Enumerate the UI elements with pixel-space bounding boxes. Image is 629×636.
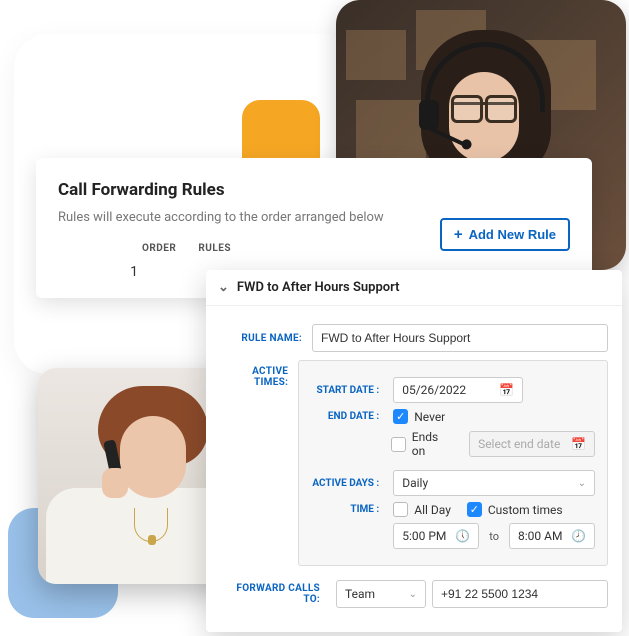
active-days-value: Daily — [402, 476, 428, 490]
add-rule-label: Add New Rule — [469, 227, 556, 242]
chevron-down-icon: ⌄ — [218, 280, 229, 295]
ends-on-label: Ends on — [412, 430, 453, 458]
never-label: Never — [414, 410, 445, 424]
time-to-field[interactable]: 8:00 AM 🕗 — [509, 523, 595, 549]
custom-times-checkbox[interactable]: ✓ — [467, 502, 482, 517]
forward-target-value: Team — [345, 587, 375, 601]
label-end-date: END DATE : — [311, 411, 387, 422]
col-order: ORDER — [142, 243, 176, 254]
ends-on-checkbox[interactable] — [391, 437, 406, 452]
time-to-word: to — [485, 530, 503, 543]
forward-target-select[interactable]: Team ⌄ — [336, 580, 426, 608]
col-rules: RULES — [198, 243, 231, 254]
all-day-label: All Day — [414, 503, 451, 517]
start-date-field[interactable]: 05/26/2022 📅 — [393, 377, 523, 403]
end-date-field[interactable]: Select end date 📅 — [469, 431, 595, 457]
detail-header-title: FWD to After Hours Support — [237, 280, 400, 295]
label-active-days: ACTIVE DAYS : — [311, 478, 387, 489]
forward-number-input[interactable] — [432, 580, 608, 608]
label-time: TIME : — [311, 504, 387, 515]
active-days-select[interactable]: Daily ⌄ — [393, 470, 595, 496]
chevron-down-icon: ⌄ — [578, 478, 586, 489]
label-active-times: ACTIVE TIMES: — [220, 360, 298, 388]
clock-icon: 🕗 — [571, 529, 586, 543]
rule-detail-panel: ⌄ FWD to After Hours Support RULE NAME: … — [206, 270, 622, 632]
rule-name-input[interactable] — [312, 324, 608, 352]
plus-icon: + — [454, 227, 463, 242]
calendar-icon: 📅 — [571, 437, 586, 451]
time-to-value: 8:00 AM — [518, 529, 562, 543]
label-start-date: START DATE : — [311, 385, 387, 396]
label-forward-to: FORWARD CALLS TO: — [220, 583, 330, 605]
rules-title: Call Forwarding Rules — [58, 180, 570, 200]
time-from-value: 5:00 PM — [402, 529, 446, 543]
all-day-checkbox[interactable] — [393, 502, 408, 517]
time-from-field[interactable]: 5:00 PM 🕔 — [393, 523, 479, 549]
calendar-icon: 📅 — [499, 383, 514, 397]
detail-header[interactable]: ⌄ FWD to After Hours Support — [206, 270, 622, 306]
chevron-down-icon: ⌄ — [409, 589, 417, 600]
label-rule-name: RULE NAME: — [220, 333, 312, 344]
never-checkbox[interactable]: ✓ — [393, 409, 408, 424]
clock-icon: 🕔 — [455, 529, 470, 543]
rule-order-value: 1 — [58, 264, 168, 280]
add-new-rule-button[interactable]: + Add New Rule — [440, 218, 570, 251]
active-times-box: START DATE : 05/26/2022 📅 END DATE : ✓ N… — [298, 360, 608, 566]
custom-times-label: Custom times — [488, 503, 563, 517]
start-date-value: 05/26/2022 — [402, 383, 466, 397]
end-date-placeholder: Select end date — [478, 437, 560, 451]
